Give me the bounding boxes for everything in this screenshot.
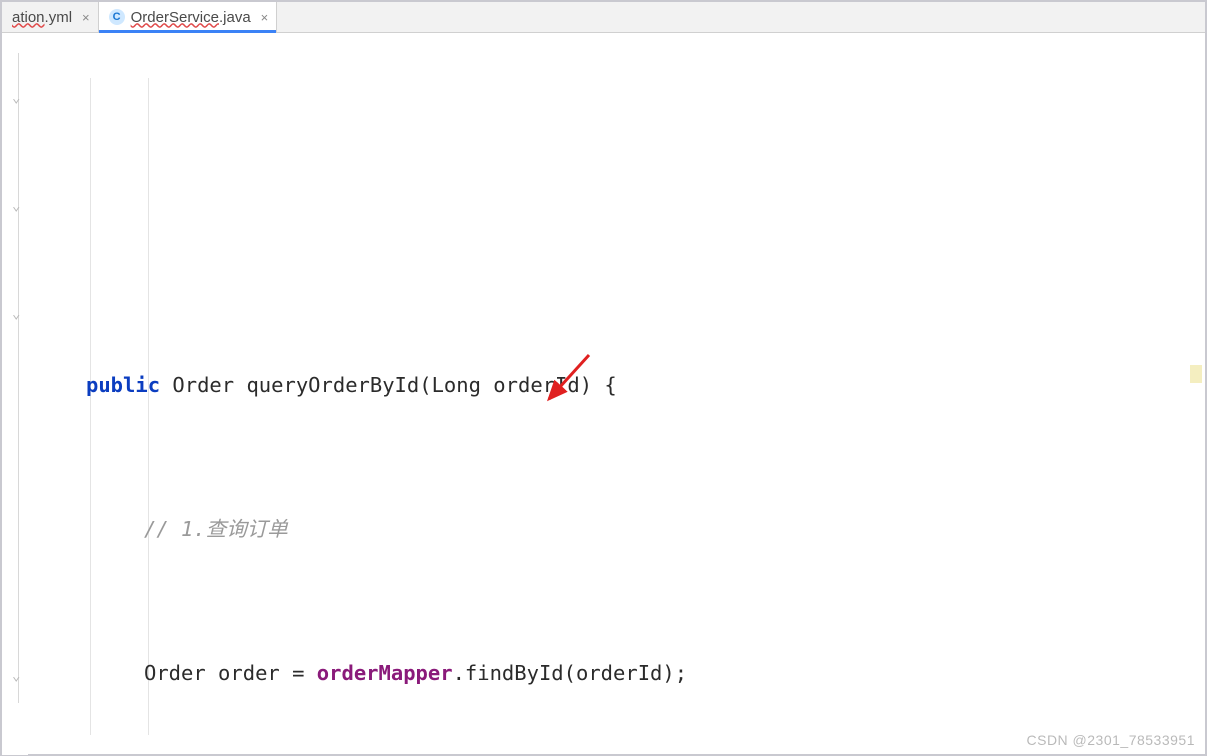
scrollbar-marker[interactable]: [1190, 365, 1202, 383]
close-icon[interactable]: ×: [257, 10, 269, 25]
watermark: CSDN @2301_78533951: [1027, 732, 1196, 748]
fold-toggle-icon[interactable]: ⌄: [12, 199, 26, 213]
code-editor[interactable]: public Order queryOrderById(Long orderId…: [28, 33, 1205, 755]
tab-label: OrderService.java: [131, 9, 251, 26]
fold-toggle-icon[interactable]: ⌄: [12, 669, 26, 683]
fold-toggle-icon[interactable]: ⌄: [12, 307, 26, 321]
code-line: // 1.查询订单: [28, 511, 1205, 547]
tab-orderservice-java[interactable]: C OrderService.java ×: [99, 2, 278, 32]
ide-window: ation.yml × C OrderService.java × ⌄ ⌄ ⌄ …: [0, 0, 1207, 756]
editor-area: ⌄ ⌄ ⌄ ⌄ public Order queryOrderById(Long…: [2, 33, 1205, 755]
code-line: public Order queryOrderById(Long orderId…: [28, 367, 1205, 403]
java-class-icon: C: [109, 9, 125, 25]
gutter[interactable]: ⌄ ⌄ ⌄ ⌄: [2, 33, 28, 755]
fold-toggle-icon[interactable]: ⌄: [12, 91, 26, 105]
fold-guide: [18, 53, 19, 703]
close-icon[interactable]: ×: [78, 10, 90, 25]
code-line: [28, 223, 1205, 259]
code-line: Order order = orderMapper.findById(order…: [28, 655, 1205, 691]
indent-guide: [148, 78, 149, 735]
indent-guide: [90, 78, 91, 735]
tab-label: ation.yml: [12, 9, 72, 26]
tab-application-yml[interactable]: ation.yml ×: [2, 2, 99, 32]
editor-tabbar: ation.yml × C OrderService.java ×: [2, 2, 1205, 33]
